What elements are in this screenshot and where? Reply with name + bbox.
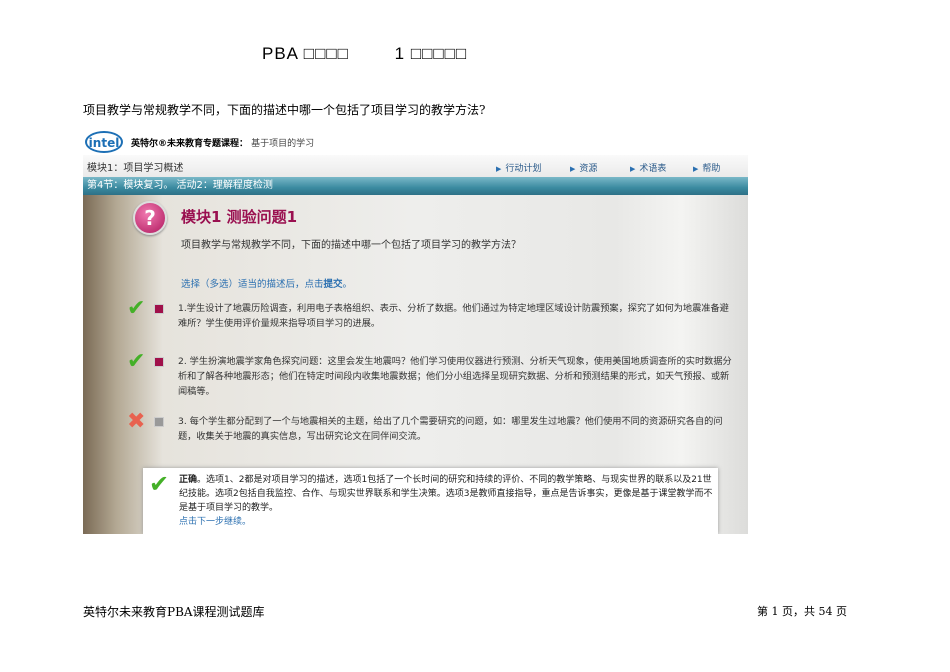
submit-link[interactable]: 提交 — [324, 279, 343, 290]
arrow-icon: ▶ — [630, 165, 636, 173]
option-checkbox[interactable] — [154, 417, 164, 427]
checkmark-icon: ✔ — [149, 470, 170, 498]
page-title: PBA □□□□ 1 □□□□□ — [262, 44, 468, 63]
quiz-title: 模块1 测验问题1 — [181, 208, 298, 226]
option-checkbox[interactable] — [154, 304, 164, 314]
nav-help[interactable]: ▶ 帮助 — [693, 161, 720, 174]
checkmark-icon: ✔ — [127, 296, 146, 321]
instruction: 选择（多选）适当的描述后，点击提交。 — [181, 279, 353, 290]
document-page: PBA □□□□ 1 □□□□□ 项目教学与常规教学不同，下面的描述中哪一个包括… — [0, 0, 950, 672]
option-text: 3. 每个学生都分配到了一个与地震相关的主题，给出了几个需要研究的问题，如：哪里… — [178, 416, 723, 442]
nav-action-plan[interactable]: ▶ 行动计划 — [496, 161, 541, 174]
nav-resources[interactable]: ▶ 资源 — [570, 161, 597, 174]
embedded-screenshot: intel 英特尔®未来教育专题课程： 基于项目的学习 模块1：项目学习概述 ▶… — [83, 130, 748, 534]
option-checkbox[interactable] — [154, 357, 164, 367]
feedback-panel: ✔ 正确。选项1、2都是对项目学习的描述，选项1包括了一个长时间的研究和持续的评… — [143, 468, 718, 534]
arrow-icon: ▶ — [693, 165, 699, 173]
course-name: 基于项目的学习 — [251, 139, 315, 149]
feedback-text: 正确。选项1、2都是对项目学习的描述，选项1包括了一个长时间的研究和持续的评价、… — [179, 475, 714, 529]
footer-source: 英特尔未来教育PBA课程测试题库 — [83, 605, 265, 619]
question-text: 项目教学与常规教学不同，下面的描述中哪一个包括了项目学习的教学方法? — [83, 103, 486, 117]
arrow-icon: ▶ — [496, 165, 502, 173]
checkmark-icon: ✔ — [127, 349, 146, 374]
arrow-icon: ▶ — [570, 165, 576, 173]
nav-row: 模块1：项目学习概述 ▶ 行动计划 ▶ 资源 ▶ 术语表 ▶ 帮助 — [83, 155, 748, 177]
module-label: 模块1：项目学习概述 — [87, 163, 184, 174]
cross-icon: ✖ — [127, 409, 146, 434]
nav-glossary[interactable]: ▶ 术语表 — [630, 161, 666, 174]
next-step-link[interactable]: 点击下一步继续。 — [179, 515, 714, 529]
option-text: 2. 学生扮演地震学家角色探究问题：这里会发生地震吗？他们学习使用仪器进行预测、… — [178, 356, 732, 397]
page-number: 第 1 页，共 54 页 — [757, 605, 847, 618]
question-mark-icon: ? — [133, 201, 167, 235]
quiz-question: 项目教学与常规教学不同，下面的描述中哪一个包括了项目学习的教学方法？ — [181, 240, 521, 251]
course-header: intel 英特尔®未来教育专题课程： 基于项目的学习 — [83, 130, 748, 155]
section-bar: 第4节：模块复习。 活动2：理解程度检测 — [83, 177, 748, 195]
option-text: 1.学生设计了地震历险调查，利用电子表格组织、表示、分析了数据。他们通过为特定地… — [178, 303, 729, 329]
intel-logo: intel — [85, 131, 123, 153]
course-title: 英特尔®未来教育专题课程： 基于项目的学习 — [131, 139, 315, 149]
